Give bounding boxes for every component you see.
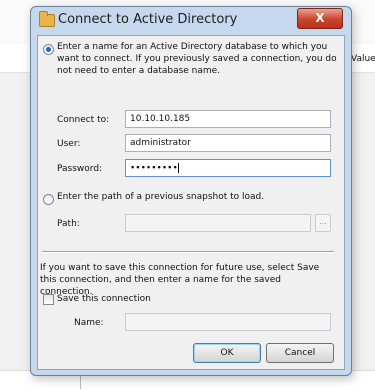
dialog-title: Connect to Active Directory — [58, 12, 238, 27]
browse-button[interactable]: ... — [315, 214, 331, 232]
snapshot-radio[interactable] — [43, 194, 54, 205]
user-label: User: — [57, 139, 81, 149]
cancel-button[interactable]: Cancel — [266, 343, 334, 363]
password-label: Password: — [57, 164, 103, 174]
close-icon: X — [315, 11, 325, 25]
close-button[interactable]: X — [297, 8, 343, 29]
database-radio[interactable] — [43, 44, 54, 55]
save-note: If you want to save this connection for … — [40, 263, 320, 294]
connect-dialog: Connect to Active Directory X Enter a na… — [30, 6, 352, 376]
password-value: ••••••••• — [130, 163, 178, 174]
dialog-titlebar[interactable]: Connect to Active Directory X — [31, 7, 351, 35]
name-label: Name: — [74, 318, 104, 328]
connect-to-field[interactable]: 10.10.10.185 — [125, 110, 331, 128]
save-connection-checkbox[interactable] — [43, 294, 54, 305]
text-caret — [177, 163, 179, 173]
name-field[interactable] — [125, 313, 331, 331]
database-option-text: Enter a name for an Active Directory dat… — [57, 42, 337, 76]
section-separator — [42, 251, 334, 253]
ellipsis-icon: ... — [319, 217, 327, 226]
connect-to-label: Connect to: — [57, 115, 110, 125]
folder-icon — [39, 11, 55, 27]
path-label: Path: — [57, 219, 80, 229]
snapshot-option-text: Enter the path of a previous snapshot to… — [57, 192, 265, 202]
dialog-client: Enter a name for an Active Directory dat… — [37, 35, 345, 370]
value-column-header: Value — [351, 54, 375, 64]
path-field[interactable] — [125, 214, 311, 232]
ok-button[interactable]: OK — [193, 343, 261, 363]
user-field[interactable]: administrator — [125, 134, 331, 152]
password-field[interactable]: ••••••••• — [125, 159, 331, 177]
save-connection-label: Save this connection — [57, 294, 151, 304]
